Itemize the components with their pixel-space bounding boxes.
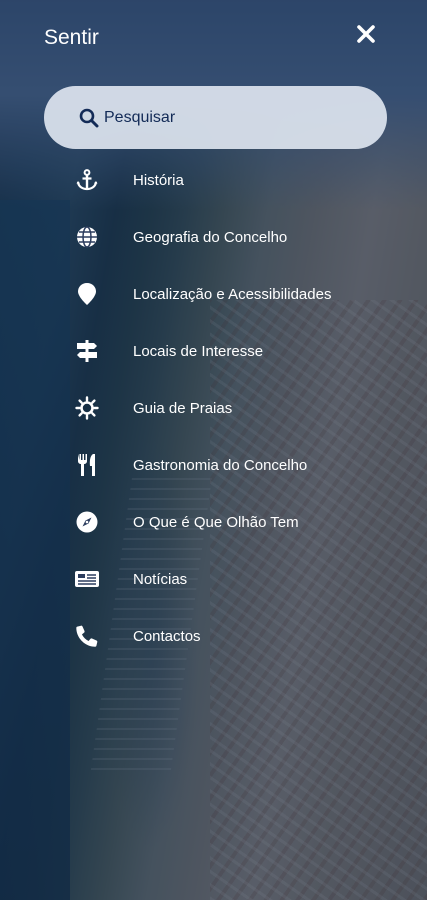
signpost-icon bbox=[74, 338, 100, 364]
menu-item-label: Locais de Interesse bbox=[133, 342, 264, 360]
globe-icon bbox=[74, 224, 100, 250]
menu-item-label: Notícias bbox=[133, 570, 188, 588]
menu-item-noticias[interactable]: Notícias bbox=[0, 551, 427, 607]
menu-item-contactos[interactable]: Contactos bbox=[0, 608, 427, 664]
menu-item-praias[interactable]: Guia de Praias bbox=[0, 380, 427, 436]
menu-item-locais[interactable]: Locais de Interesse bbox=[0, 323, 427, 379]
compass-icon bbox=[74, 509, 100, 535]
app-title: Sentir bbox=[44, 26, 99, 49]
search-icon bbox=[78, 107, 100, 129]
newspaper-icon bbox=[74, 566, 100, 592]
menu-item-label: Localização e Acessibilidades bbox=[133, 285, 332, 303]
menu-item-historia[interactable]: História bbox=[0, 152, 427, 208]
anchor-icon bbox=[74, 167, 100, 193]
menu-item-gastronomia[interactable]: Gastronomia do Concelho bbox=[0, 437, 427, 493]
close-button[interactable] bbox=[352, 20, 380, 48]
menu-item-geografia[interactable]: Geografia do Concelho bbox=[0, 209, 427, 265]
menu-item-label: Guia de Praias bbox=[133, 399, 233, 417]
search-input[interactable]: Pesquisar bbox=[44, 86, 387, 149]
menu-item-localizacao[interactable]: Localização e Acessibilidades bbox=[0, 266, 427, 322]
sun-icon bbox=[74, 395, 100, 421]
menu-item-label: História bbox=[133, 171, 184, 189]
menu-item-label: O Que é Que Olhão Tem bbox=[133, 513, 299, 531]
search-placeholder: Pesquisar bbox=[104, 108, 176, 126]
utensils-icon bbox=[74, 452, 100, 478]
menu-item-label: Contactos bbox=[133, 627, 201, 645]
close-icon bbox=[357, 25, 375, 43]
menu-item-olhao[interactable]: O Que é Que Olhão Tem bbox=[0, 494, 427, 550]
map-pin-icon bbox=[74, 281, 100, 307]
menu-item-label: Gastronomia do Concelho bbox=[133, 456, 308, 474]
menu-item-label: Geografia do Concelho bbox=[133, 228, 288, 246]
phone-icon bbox=[74, 623, 100, 649]
